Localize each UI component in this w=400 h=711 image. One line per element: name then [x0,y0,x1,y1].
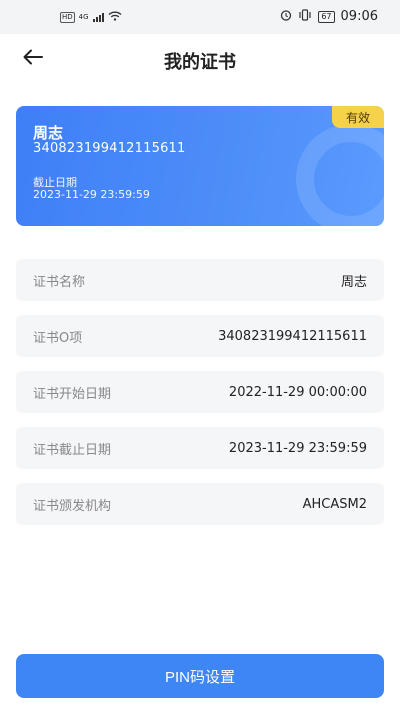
signal-icon [92,12,104,22]
status-left: HD 4G [60,10,122,24]
hd-badge: HD [60,11,75,23]
pin-settings-button[interactable]: PIN码设置 [16,654,384,698]
network-type: 4G [78,13,89,21]
info-label: 证书开始日期 [33,386,112,402]
page-title: 我的证书 [164,52,236,73]
info-value: 2023-11-29 23:59:59 [228,440,367,456]
alarm-icon [280,9,292,24]
status-bar: HD 4G 67 09:06 [0,0,400,34]
certificate-id-number: 340823199412115611 [33,141,186,156]
status-right: 67 09:06 [280,9,378,24]
info-value: 340823199412115611 [218,328,367,344]
main-content: 有效 周志 340823199412115611 截止日期 2023-11-29… [0,84,400,711]
info-label: 证书名称 [33,274,86,290]
certificate-holder-name: 周志 [33,124,64,142]
battery-icon: 67 [318,10,335,23]
wifi-icon [108,10,122,24]
info-row-o-item: 证书O项 340823199412115611 [16,315,384,357]
info-label: 证书截止日期 [33,442,112,458]
info-row-issuer: 证书颁发机构 AHCASM2 [16,483,384,525]
info-row-end-date: 证书截止日期 2023-11-29 23:59:59 [16,427,384,469]
vibrate-icon [298,9,312,24]
expiry-date: 2023-11-29 23:59:59 [33,188,150,201]
info-value: AHCASM2 [302,496,367,512]
info-value: 2022-11-29 00:00:00 [228,384,367,400]
info-row-name: 证书名称 周志 [16,259,384,301]
info-label: 证书颁发机构 [33,498,112,514]
info-row-start-date: 证书开始日期 2022-11-29 00:00:00 [16,371,384,413]
status-badge: 有效 [332,106,384,128]
app-header: 我的证书 [0,34,400,84]
certificate-card[interactable]: 有效 周志 340823199412115611 截止日期 2023-11-29… [16,106,384,226]
status-time: 09:06 [340,9,378,24]
info-value: 周志 [340,274,367,290]
info-label: 证书O项 [33,330,83,346]
watermark-graphic [296,124,384,226]
